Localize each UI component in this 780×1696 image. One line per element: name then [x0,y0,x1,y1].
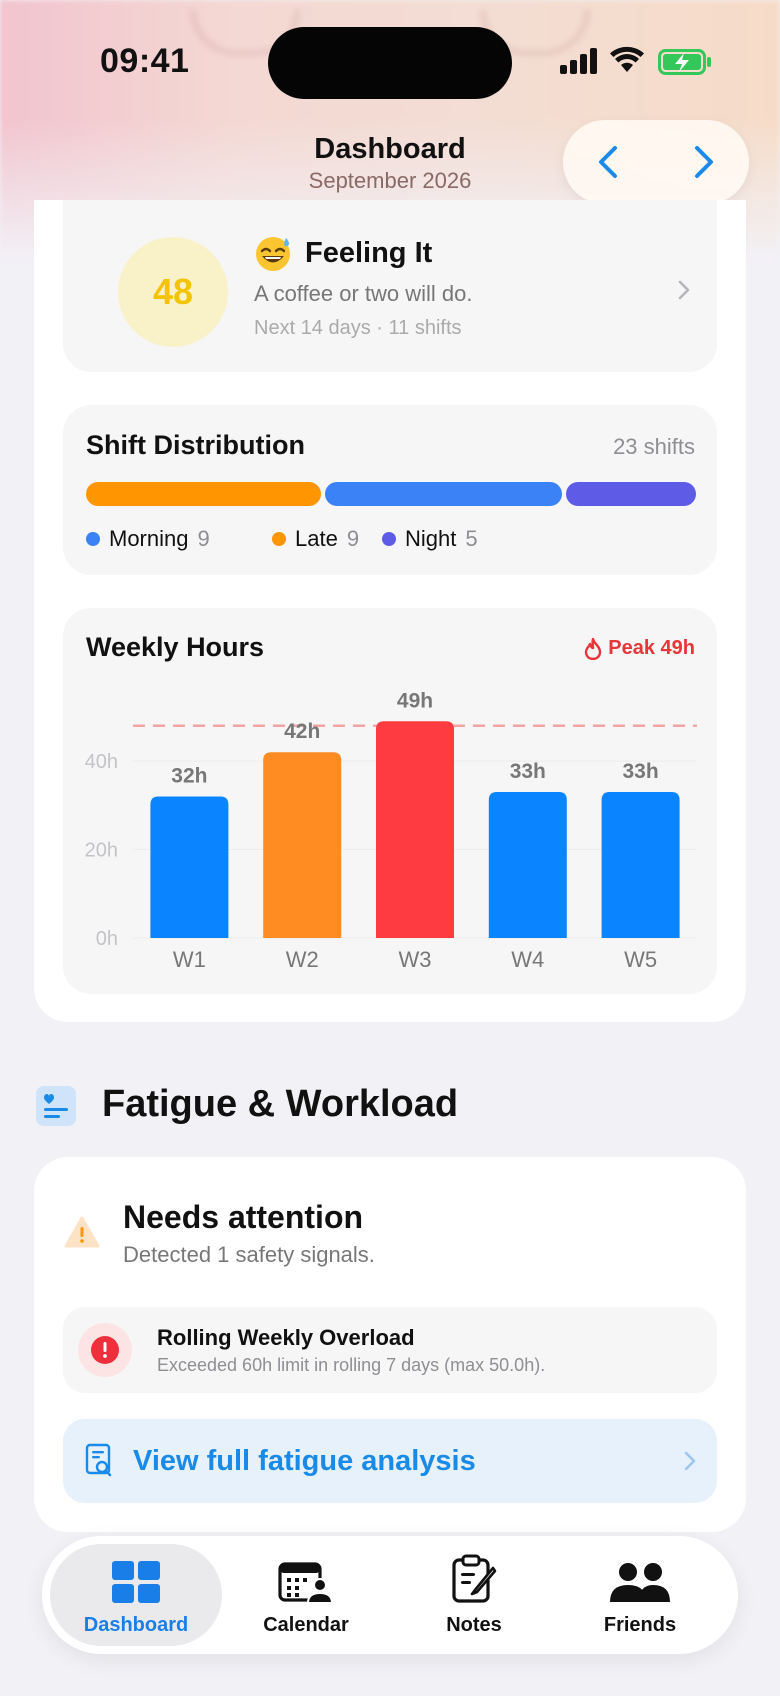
weekly-hours-chart: 0h 20h 40h 32h W1 42h W2 49h W3 33h W4 33h W5 [85,689,697,972]
chevron-right-icon [684,1451,696,1471]
bar-value-label: 32h [171,764,207,787]
legend-label: Late [295,526,338,551]
wifi-icon [610,46,644,72]
legend-label: Night [405,526,457,551]
view-fatigue-analysis-button[interactable]: View full fatigue analysis [63,1419,717,1503]
legend-night: Night 5 [382,526,478,552]
clipboard-pencil-icon [452,1554,497,1603]
distribution-segment-morning [325,482,562,506]
tab-calendar[interactable]: Calendar [220,1544,392,1646]
bar-value-label: 33h [510,760,546,783]
bar-value-label: 42h [284,720,320,743]
signal-title: Rolling Weekly Overload [157,1325,415,1350]
legend-morning: Morning 9 [86,526,210,552]
bar-w5 [601,792,680,938]
fatigue-card: Needs attention Detected 1 safety signal… [34,1157,746,1532]
signal-description: Exceeded 60h limit in rolling 7 days (ma… [157,1355,546,1375]
battery-charging-icon [658,49,711,75]
x-tick-label: W5 [624,947,657,972]
feeling-card[interactable]: 48 Feeling It A coffee or two will do. N… [63,200,717,372]
legend-value: 9 [346,526,360,551]
legend-late: Late 9 [272,526,359,552]
distribution-segment-late [86,482,321,506]
y-tick-label: 0h [96,928,118,950]
feeling-title-label: Feeling It [305,236,433,269]
people-icon [610,1563,670,1602]
dynamic-island [268,27,512,99]
shift-distribution-title: Shift Distribution [86,430,305,460]
shift-count: 23 shifts [613,434,695,459]
dashboard-card: 48 Feeling It A coffee or two will do. N… [34,200,746,1022]
bar-value-label: 49h [397,689,433,712]
month-navigation [563,120,749,204]
tab-notes[interactable]: Notes [388,1544,560,1646]
legend-label: Morning [109,526,189,551]
bar-w4 [488,792,567,938]
bar-value-label: 33h [623,760,659,783]
tab-dashboard[interactable]: Dashboard [50,1544,222,1646]
status-time: 09:41 [100,42,190,80]
shift-distribution-card: Shift Distribution 23 shifts Morning 9 L… [63,405,717,575]
feeling-title: Feeling It [253,233,432,273]
distribution-segment-night [566,482,696,506]
warning-triangle-icon [64,1216,100,1248]
section-title: Fatigue & Workload [102,1083,459,1125]
fatigue-score: 48 [118,237,228,347]
document-search-icon [85,1443,112,1477]
sweat-smile-emoji-icon [256,237,290,271]
tab-friends[interactable]: Friends [554,1544,726,1646]
feeling-meta: Next 14 days · 11 shifts [254,317,462,339]
x-tick-label: W4 [511,947,544,972]
view-fatigue-analysis-label: View full fatigue analysis [133,1445,476,1477]
safety-signal-row[interactable]: Rolling Weekly Overload Exceeded 60h lim… [63,1307,717,1393]
tab-label: Dashboard [83,1614,189,1636]
heart-document-icon [36,1086,76,1126]
cellular-signal-icon [560,48,598,74]
attention-title: Needs attention [123,1199,364,1235]
x-tick-label: W3 [399,947,432,972]
legend-value: 9 [197,526,210,551]
alert-circle-icon [91,1336,119,1364]
x-tick-label: W2 [286,947,319,972]
feeling-description: A coffee or two will do. [254,281,473,306]
status-bar: 09:41 [0,0,780,120]
calendar-person-icon [278,1562,334,1604]
weekly-hours-card: Weekly Hours Peak 49h 0h 20h 40h 32h W1 42h W2… [63,608,717,994]
alert-icon-container [78,1323,132,1377]
legend-dot [382,532,396,546]
chevron-right-icon [678,280,690,300]
bar-w2 [263,752,342,938]
next-month-button[interactable] [683,142,723,182]
grid-icon [112,1561,160,1603]
tab-label: Calendar [263,1614,349,1636]
bar-w1 [150,796,229,938]
previous-month-button[interactable] [589,142,629,182]
bar-w3 [376,721,454,938]
tab-label: Notes [446,1614,502,1636]
legend-value: 5 [465,526,478,551]
y-tick-label: 40h [85,751,118,773]
y-tick-label: 20h [85,840,118,862]
tab-label: Friends [603,1614,677,1636]
attention-subtitle: Detected 1 safety signals. [123,1242,375,1267]
legend-dot [86,532,100,546]
tab-bar: Dashboard Calendar Notes Friends [42,1536,738,1654]
legend-dot [272,532,286,546]
x-tick-label: W1 [173,947,206,972]
